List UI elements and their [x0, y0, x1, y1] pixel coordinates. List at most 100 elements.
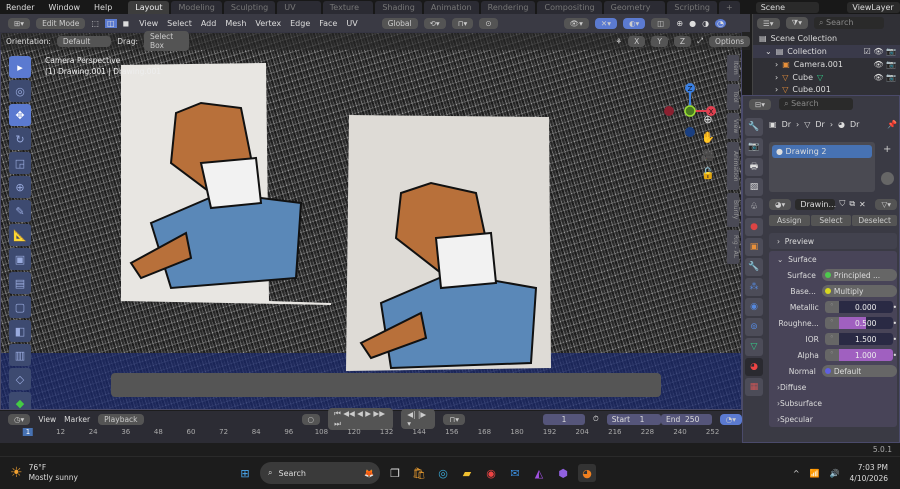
annotate-tool-icon[interactable]: ✎ — [9, 200, 31, 222]
knife-tool-icon[interactable]: ◇ — [9, 368, 31, 390]
header-menu-add[interactable]: Add — [201, 19, 217, 28]
property-link-button[interactable]: Principled ... — [821, 269, 897, 281]
outliner-item[interactable]: › ▽ Cube ▽ 👁 📷 — [753, 71, 900, 84]
blender-icon[interactable]: ◕ — [578, 464, 596, 482]
duplicate-icon[interactable]: ⧉ — [849, 199, 855, 209]
surface-panel-header[interactable]: ⌄ Surface — [769, 251, 897, 267]
world-tab-icon[interactable]: ● — [745, 218, 763, 236]
material-slot-list[interactable]: ● Drawing 2 — [769, 142, 875, 192]
fake-user-icon[interactable]: ⛉ — [839, 199, 845, 209]
physics-tab-icon[interactable]: ◉ — [745, 298, 763, 316]
property-slider[interactable]: ◦ 0.000 — [824, 301, 893, 313]
auto-merge-icon[interactable]: ⤢ — [697, 36, 703, 46]
select-tool-icon[interactable]: ▸ — [9, 56, 31, 78]
outliner-item[interactable]: › ▽ Cube.001 — [753, 84, 900, 94]
poly-build-tool-icon[interactable]: ◆ — [9, 392, 31, 409]
view-layer-tab-icon[interactable]: ▨ — [745, 178, 763, 196]
sidebar-tab[interactable]: Rig - AL — [727, 230, 739, 264]
volume-icon[interactable]: 🔊 — [830, 469, 840, 478]
property-slider[interactable]: ◦ 1.000 — [824, 349, 893, 361]
inset-tool-icon[interactable]: ▢ — [9, 296, 31, 318]
scale-tool-icon[interactable]: ◲ — [9, 152, 31, 174]
modifier-tab-icon[interactable]: 🔧 — [745, 258, 763, 276]
output-tab-icon[interactable]: 🖶 — [745, 158, 763, 176]
move-tool-icon[interactable]: ✥ — [9, 104, 31, 126]
header-menu-edge[interactable]: Edge — [290, 19, 310, 28]
overlay-toggle[interactable]: ◐▾ — [622, 17, 646, 29]
material-tab-icon[interactable]: ◕ — [745, 358, 763, 376]
scene-selector[interactable]: Scene — [755, 1, 820, 13]
sidebar-tab[interactable]: View — [727, 113, 739, 139]
header-menu-select[interactable]: Select — [167, 19, 192, 28]
workspace-tab[interactable]: Modeling — [171, 0, 222, 14]
chrome-icon[interactable]: ◉ — [482, 464, 500, 482]
bevel-tool-icon[interactable]: ◧ — [9, 320, 31, 342]
options-button[interactable]: Options — [709, 35, 750, 47]
windows-start-icon[interactable]: ⊞ — [236, 464, 254, 482]
zoom-icon[interactable]: ⊕ — [701, 111, 715, 129]
proportional-edit-toggle[interactable]: ⊙ — [479, 17, 498, 29]
edge-icon[interactable]: ◎ — [434, 464, 452, 482]
mirror-x-toggle[interactable]: X — [628, 35, 646, 47]
header-menu-face[interactable]: Face — [319, 19, 337, 28]
data-tab-icon[interactable]: ▽ — [745, 338, 763, 356]
workspace-tab[interactable]: Rendering — [480, 0, 536, 14]
menu-render[interactable]: Render — [0, 3, 40, 12]
rendered-shading-icon[interactable]: ◔ — [715, 18, 727, 28]
solid-shading-icon[interactable]: ● — [689, 19, 696, 28]
snap-toggle[interactable]: ⊓▾ — [451, 17, 474, 29]
3d-viewport[interactable]: Camera Perspective (1) Drawing.001 | Dra… — [0, 32, 742, 410]
workspace-tab[interactable]: UV Editing — [277, 0, 321, 23]
drag-selector[interactable]: Select Box — [144, 31, 190, 51]
browse-material-button[interactable]: ◕▾ — [769, 198, 792, 210]
taskbar-search[interactable]: ⌕ Search 🦊 — [260, 462, 380, 484]
face-select-icon[interactable]: ◼ — [123, 19, 130, 28]
material-shading-icon[interactable]: ◑ — [702, 19, 709, 28]
render-tab-icon[interactable]: 📷 — [745, 138, 763, 156]
task-view-icon[interactable]: ❐ — [386, 464, 404, 482]
slot-specials-button[interactable] — [881, 172, 894, 185]
property-link-button[interactable]: Multiply — [821, 285, 897, 297]
workspace-tab[interactable]: Texture Paint — [322, 0, 374, 23]
material-name-field[interactable]: Drawin... — [795, 198, 836, 210]
xray-toggle[interactable]: ◫ — [651, 17, 671, 29]
app-icon[interactable]: ◭ — [530, 464, 548, 482]
tool-tab-icon[interactable]: 🔧 — [745, 118, 763, 136]
preview-panel-header[interactable]: › Preview — [769, 233, 897, 249]
subpanel-specular[interactable]: › Specular — [769, 411, 897, 427]
sidebar-tab[interactable]: Blurify — [727, 193, 739, 227]
workspace-tab[interactable]: Layout — [128, 0, 170, 14]
menu-help[interactable]: Help — [88, 3, 118, 12]
workspace-tab[interactable]: Scripting — [667, 0, 717, 14]
texture-tab-icon[interactable]: ▦ — [745, 378, 763, 396]
outliner-search-input[interactable]: ⌕ Search — [813, 17, 884, 29]
weather-widget[interactable]: ☀ 76°F Mostly sunny — [0, 463, 200, 483]
visibility-selector[interactable]: 👁▾ — [563, 17, 589, 29]
workspace-tab[interactable]: Sculpting — [223, 0, 276, 14]
gizmo-toggle[interactable]: ✕▾ — [594, 17, 617, 29]
workspace-tab[interactable]: Geometry Nodes — [603, 0, 666, 23]
workspace-tab[interactable]: Compositing — [537, 0, 602, 14]
material-slot[interactable]: ● Drawing 2 — [772, 145, 872, 158]
scene-tab-icon[interactable]: ♧ — [745, 198, 763, 216]
show-hidden-icons[interactable]: ^ — [793, 469, 800, 478]
display-mode-button[interactable]: ☰▾ — [757, 17, 780, 29]
menu-window[interactable]: Window — [42, 3, 86, 12]
outliner-item[interactable]: › ▣ Camera.001 👁 📷 — [753, 58, 900, 71]
camera-view-icon[interactable]: 🎥 — [701, 147, 715, 165]
header-menu-view[interactable]: View — [139, 19, 158, 28]
assign-button[interactable]: Assign — [769, 214, 810, 226]
property-link-button[interactable]: Default — [821, 365, 897, 377]
add-cube-tool-icon[interactable]: ▣ — [9, 248, 31, 270]
rotate-tool-icon[interactable]: ↻ — [9, 128, 31, 150]
header-menu-vertex[interactable]: Vertex — [255, 19, 281, 28]
property-slider[interactable]: ◦ 1.500 — [824, 333, 893, 345]
wireframe-shading-icon[interactable]: ⊕ — [676, 19, 683, 28]
constraints-tab-icon[interactable]: ⊚ — [745, 318, 763, 336]
mode-selector[interactable]: Edit Mode — [36, 17, 86, 29]
lock-icon[interactable]: 🔓 — [701, 165, 715, 183]
orientation-selector[interactable]: Default — [56, 35, 112, 47]
sidebar-tab[interactable]: Tool — [727, 84, 739, 110]
viewlayer-selector[interactable]: ViewLayer — [847, 1, 900, 13]
workspace-tab[interactable]: Shading — [375, 0, 422, 14]
